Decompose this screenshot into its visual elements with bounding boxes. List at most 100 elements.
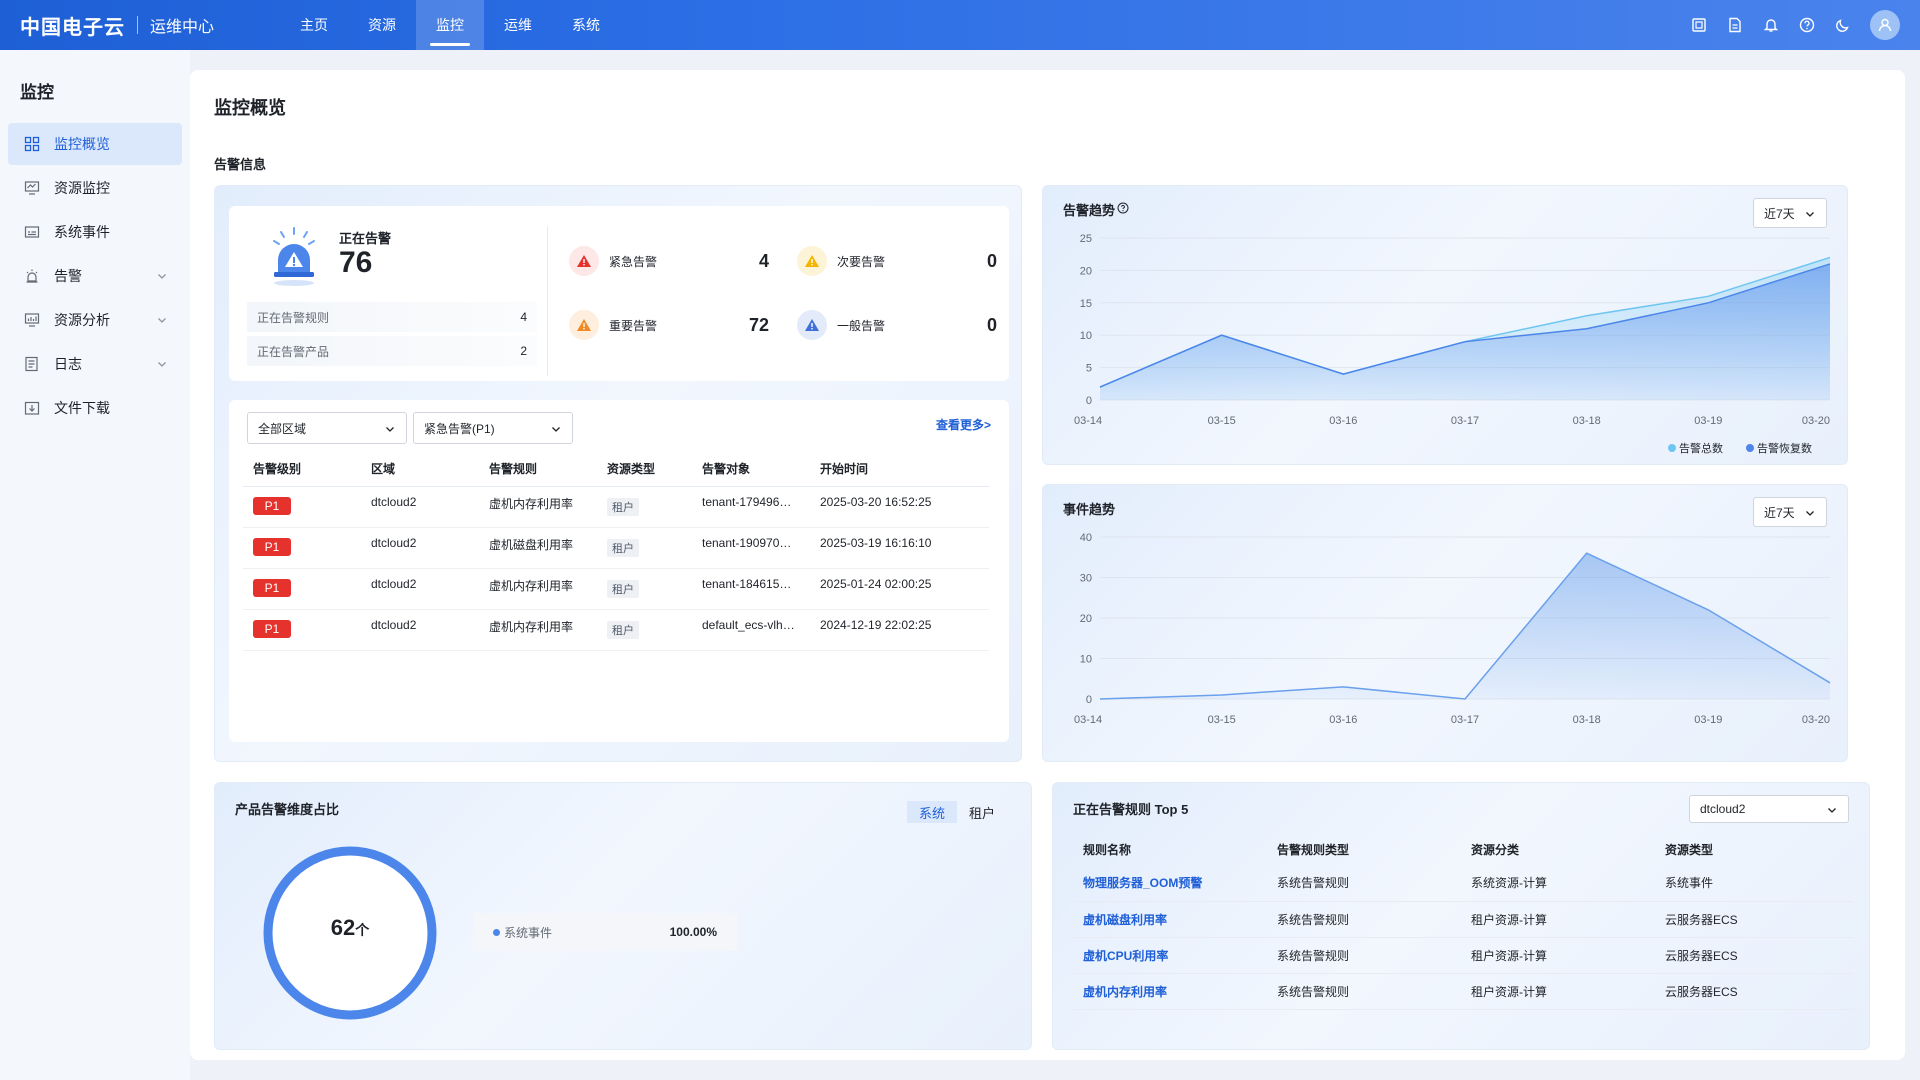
top-rules-table: 规则名称 告警规则类型 资源分类 资源类型 物理服务器_OOM预警 系统告警规则… [1073,833,1853,1010]
row-target: tenant-184615… [692,568,810,610]
monitor-icon [22,178,42,198]
product-ratio-title: 产品告警维度占比 [235,802,340,817]
nav-item-monitor[interactable]: 监控 [416,0,484,50]
row-target: default_ecs-vlh… [692,609,810,651]
chevron-down-icon [550,423,562,438]
moon-icon[interactable] [1834,16,1852,34]
sidebar-item-overview[interactable]: 监控概览 [8,123,182,165]
row-region: dtcloud2 [361,609,479,651]
resource-type-tag: 租户 [607,620,639,639]
nav-item-resource[interactable]: 资源 [348,0,416,50]
legend-name: 系统事件 [504,925,553,940]
x-tick-label: 03-19 [1694,714,1722,726]
table-row: 虚机CPU利用率 系统告警规则 租户资源-计算 云服务器ECS [1073,937,1853,974]
screen-icon[interactable] [1690,16,1708,34]
brand-subtitle: 运维中心 [150,19,215,36]
tab-system[interactable]: 系统 [907,801,957,823]
sidebar-item-resource-analysis[interactable]: 资源分析 [8,299,182,341]
region-select[interactable]: 全部区域 [247,412,407,444]
y-tick-label: 10 [1080,654,1092,666]
sidebar-item-log[interactable]: 日志 [8,343,182,385]
help-icon[interactable] [1798,16,1816,34]
summary-divider [547,226,548,376]
rule-name-link[interactable]: 虚机磁盘利用率 [1073,901,1267,938]
view-more-link[interactable]: 查看更多> [936,416,991,433]
log-icon [22,354,42,374]
sidebar-item-alarm[interactable]: 告警 [8,255,182,297]
x-tick-label: 03-14 [1074,415,1102,427]
table-row: 物理服务器_OOM预警 系统告警规则 系统资源-计算 系统事件 [1073,865,1853,902]
document-icon[interactable] [1726,16,1744,34]
row-target: tenant-190970… [692,527,810,569]
sidebar-item-file-download[interactable]: 文件下载 [8,387,182,429]
level-badge: P1 [253,537,291,556]
brand-separator [137,16,138,34]
nav-item-home[interactable]: 主页 [280,0,348,50]
region-select-value: 全部区域 [258,421,307,436]
legend-dot [493,928,500,936]
sidebar-title: 监控 [20,83,54,102]
x-tick-label: 03-15 [1208,714,1236,726]
product-ratio-card: 产品告警维度占比 系统 租户 62个 系统事件 100.00% [214,782,1032,1050]
sidebar-item-system-events[interactable]: 系统事件 [8,211,182,253]
level-general-label: 一般告警 [837,318,886,333]
resource-type-tag: 租户 [607,538,639,557]
top-rules-header: 规则名称 告警规则类型 资源分类 资源类型 [1073,833,1853,865]
y-tick-label: 20 [1080,613,1092,625]
legend-marker [1746,444,1754,452]
level-badge: P1 [253,578,291,597]
alarm-info-card: 正在告警 76 正在告警规则 4 正在告警产品 2 紧急告警 4 次要告警 0 [214,185,1022,762]
level-minor[interactable]: 次要告警 0 [797,246,997,276]
rule-type: 系统告警规则 [1267,901,1461,938]
rule-resource: 云服务器ECS [1655,901,1853,938]
analysis-icon [22,310,42,330]
brand-logo[interactable]: 中国电子云 [20,11,125,40]
level-critical[interactable]: 紧急告警 4 [569,246,769,276]
top-rules-title: 正在告警规则 Top 5 [1073,802,1189,817]
rule-resource: 云服务器ECS [1655,937,1853,974]
table-row: 虚机内存利用率 系统告警规则 租户资源-计算 云服务器ECS [1073,973,1853,1010]
alarm-icon [22,266,42,286]
rule-name-link[interactable]: 虚机内存利用率 [1073,973,1267,1010]
x-tick-label: 03-20 [1802,415,1830,427]
level-major[interactable]: 重要告警 72 [569,310,769,340]
sidebar-item-label: 资源监控 [54,180,110,196]
table-row[interactable]: P1 dtcloud2 虚机内存利用率 租户 tenant-184615… 20… [243,568,989,610]
row-rule: 虚机内存利用率 [479,486,597,528]
row-time: 2025-03-19 16:16:10 [810,527,989,569]
sidebar-item-resource-monitor[interactable]: 资源监控 [8,167,182,209]
level-select[interactable]: 紧急告警(P1) [413,412,573,444]
top-rules-region-value: dtcloud2 [1700,802,1746,816]
table-row[interactable]: P1 dtcloud2 虚机内存利用率 租户 default_ecs-vlh… … [243,609,989,651]
table-row[interactable]: P1 dtcloud2 虚机内存利用率 租户 tenant-179496… 20… [243,486,989,528]
product-ratio-tabs: 系统 租户 [907,801,1007,823]
x-tick-label: 03-19 [1694,415,1722,427]
col-resource-category: 资源分类 [1471,842,1520,857]
row-rule: 虚机磁盘利用率 [479,527,597,569]
table-row[interactable]: P1 dtcloud2 虚机磁盘利用率 租户 tenant-190970… 20… [243,527,989,569]
level-badge: P1 [253,496,291,515]
row-rule: 虚机内存利用率 [479,609,597,651]
tab-tenant[interactable]: 租户 [957,801,1007,823]
top-rules-region-select[interactable]: dtcloud2 [1689,795,1849,823]
x-tick-label: 03-14 [1074,714,1102,726]
brand: 中国电子云 运维中心 [0,11,280,40]
level-critical-label: 紧急告警 [609,254,658,269]
bell-icon[interactable] [1762,16,1780,34]
x-tick-label: 03-18 [1573,415,1601,427]
rule-resource: 系统事件 [1655,865,1853,902]
product-ratio-legend: 系统事件 100.00% [473,913,737,951]
nav-item-system[interactable]: 系统 [552,0,620,50]
section-title-alarm-info: 告警信息 [214,157,267,172]
row-time: 2025-01-24 02:00:25 [810,568,989,610]
row-region: dtcloud2 [361,568,479,610]
user-avatar[interactable] [1870,10,1900,40]
rule-category: 租户资源-计算 [1461,901,1655,938]
y-tick-label: 40 [1080,532,1092,544]
nav-item-ops[interactable]: 运维 [484,0,552,50]
level-general[interactable]: 一般告警 0 [797,310,997,340]
rule-name-link[interactable]: 物理服务器_OOM预警 [1073,865,1267,902]
rule-name-link[interactable]: 虚机CPU利用率 [1073,937,1267,974]
alarm-rules-value: 4 [520,310,527,324]
col-target: 告警对象 [692,452,810,487]
